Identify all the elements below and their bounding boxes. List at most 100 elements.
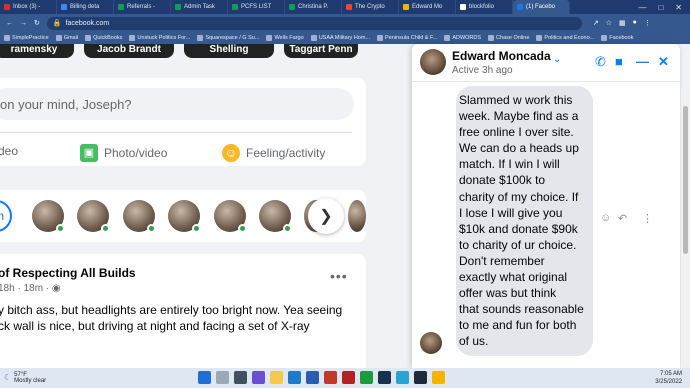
start-icon[interactable] [198,371,211,384]
bookmark-item[interactable]: Peninsula Child & F... [377,35,437,41]
story-name[interactable]: ramensky [0,44,74,58]
bookmark-item[interactable]: QuickBooks [85,35,122,41]
app-icon[interactable] [342,371,355,384]
online-indicator [238,224,247,233]
tab-favicon-icon [175,4,181,10]
react-icon[interactable]: ☺ [600,212,611,224]
bookmark-item[interactable]: Squarespace / G Su... [197,35,259,41]
bookmark-label: Unstuck Politics For... [137,35,191,41]
bookmark-item[interactable]: SimplePractice [4,35,49,41]
avatar[interactable] [259,200,292,233]
bookmark-item[interactable]: Facebook [601,35,633,41]
browser-tab[interactable]: (1) Facebo [513,0,570,14]
browser-tab[interactable]: Edward Mo [399,0,456,14]
steam-icon[interactable] [378,371,391,384]
share-icon[interactable]: ↗ [593,19,599,27]
browser-tab[interactable]: The Crypto [342,0,399,14]
forward-icon[interactable]: → [20,20,27,27]
tab-favicon-icon [517,4,523,10]
avatar[interactable] [168,200,201,233]
close-chat-icon[interactable]: ✕ [658,54,669,70]
bookmark-item[interactable]: Gmail [55,35,78,41]
story-name[interactable]: Taggart Penn [284,44,358,58]
menu-icon[interactable]: ⋮ [644,19,651,27]
chevron-down-icon[interactable]: ⌄ [553,54,561,65]
bookmark-item[interactable]: Chase Online [488,35,529,41]
bookmark-icon [55,35,62,41]
store-icon[interactable] [306,371,319,384]
contacts-carousel: n ❯ [0,190,366,242]
profile-icon[interactable]: ● [633,19,637,27]
tab-favicon-icon [460,4,466,10]
scrollbar-thumb[interactable] [683,106,688,254]
url-field[interactable]: 🔒 facebook.com [46,16,582,30]
browser-tab[interactable]: Billing deta [57,0,114,14]
bookmark-item[interactable]: Wells Fargo [266,35,304,41]
browser-tab[interactable]: blockfolio [456,0,513,14]
contact-name[interactable]: Edward Moncada [452,49,551,63]
clock-time: 7:05 AM [659,371,682,377]
minimize-chat-icon[interactable]: — [636,54,649,69]
more-icon[interactable]: ⋮ [642,212,653,225]
online-indicator [192,224,201,233]
task-view-icon[interactable] [234,371,247,384]
phone-icon[interactable]: ✆ [595,54,606,70]
browser-tab[interactable]: PCFS LIST [228,0,285,14]
bookmark-item[interactable]: ADWORDS [444,35,481,41]
bookmark-label: QuickBooks [93,35,123,41]
contact-status: Active 3h ago [452,65,513,76]
post-group-title[interactable]: of Respecting All Builds [0,266,136,280]
live-video-label: deo [0,144,19,158]
avatar[interactable] [348,200,366,232]
create-room-button[interactable]: n [0,200,12,232]
app-icon[interactable] [414,371,427,384]
bookmark-item[interactable]: Politics and Econo... [536,35,594,41]
tab-label: PCFS LIST [241,4,272,10]
chat-window: Edward Moncada Active 3h ago ⌄ ✆ ■ — ✕ S… [412,44,680,368]
live-video-button[interactable]: deo [0,144,18,158]
star-icon[interactable]: ☆ [606,19,612,27]
bookmark-icon [129,35,136,41]
reply-icon[interactable]: ↶ [618,212,627,225]
feeling-activity-button[interactable]: ☺ Feeling/activity [222,144,325,162]
close-icon[interactable]: ✕ [675,3,682,12]
browser-tab[interactable]: Referrals - [114,0,171,14]
app-icon[interactable] [396,371,409,384]
back-icon[interactable]: ← [6,20,13,27]
avatar[interactable] [32,200,65,233]
weather-widget[interactable]: ☾ 57°F Mostly clear [0,372,46,384]
avatar[interactable] [123,200,156,233]
minimize-icon[interactable]: — [638,3,646,12]
composer-input[interactable]: on your mind, Joseph? [0,88,354,120]
edge-icon[interactable] [288,371,301,384]
teams-icon[interactable] [252,371,265,384]
reload-icon[interactable]: ↻ [34,19,40,27]
story-name[interactable]: Shelling [184,44,274,58]
contact-avatar[interactable] [420,49,446,75]
bookmark-item[interactable]: Unstuck Politics For... [129,35,190,41]
browser-tab[interactable]: Inbox (3) - [0,0,57,14]
bookmark-item[interactable]: USAA Military Hom... [310,35,370,41]
browser-tab[interactable]: Admin Task [171,0,228,14]
file-explorer-icon[interactable] [270,371,283,384]
extensions-icon[interactable]: ▦ [619,19,626,27]
system-tray[interactable]: 7:05 AM 3/25/2022 [655,370,682,386]
app-icon[interactable] [324,371,337,384]
search-icon[interactable] [216,371,229,384]
video-call-icon[interactable]: ■ [615,54,623,69]
chrome-icon[interactable] [432,371,445,384]
tab-label: Christina P. [298,4,329,10]
bookmark-icon [85,35,92,41]
story-name[interactable]: Jacob Brandt [84,44,174,58]
post-options-button[interactable]: ••• [330,268,348,284]
bookmark-label: Peninsula Child & F... [385,35,438,41]
maximize-icon[interactable]: □ [658,3,663,12]
xbox-icon[interactable] [360,371,373,384]
avatar[interactable] [214,200,247,233]
next-arrow-button[interactable]: ❯ [308,198,344,234]
photo-video-button[interactable]: ▣ Photo/video [80,144,167,162]
bookmark-label: SimplePractice [12,35,49,41]
browser-tab[interactable]: Christina P. [285,0,342,14]
avatar[interactable] [77,200,110,233]
page-scrollbar[interactable] [681,88,690,368]
